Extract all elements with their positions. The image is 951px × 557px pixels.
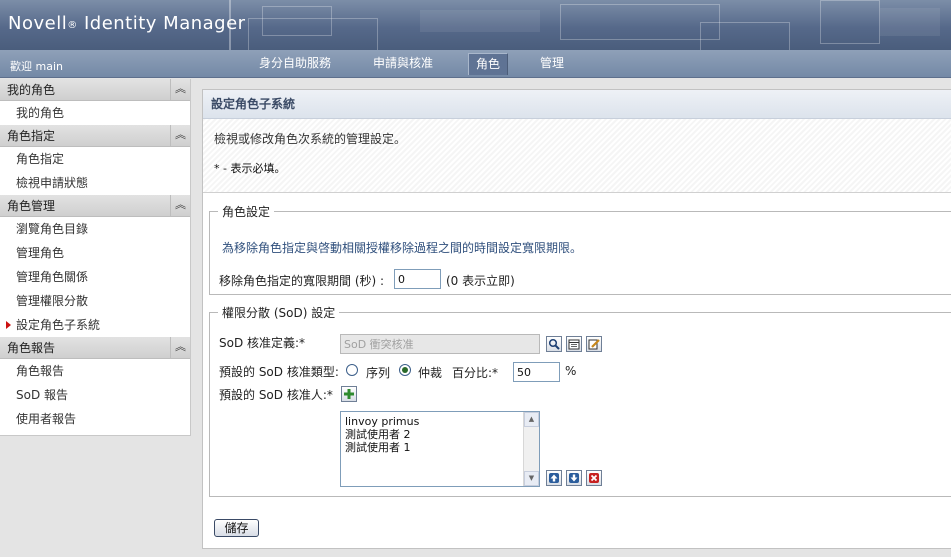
banner-decoration — [248, 18, 378, 50]
tab-administration[interactable]: 管理 — [533, 53, 571, 75]
list-item[interactable]: 測試使用者 2 — [341, 428, 539, 441]
grace-period-hint: (0 表示立即) — [446, 274, 515, 288]
sidebar-item-manage-sod[interactable]: 管理權限分散 — [0, 289, 190, 313]
sod-percent-unit: % — [565, 364, 577, 378]
main-panel: 設定角色子系統 檢視或修改角色次系統的管理設定。 * - 表示必填。 角色設定 … — [202, 89, 951, 549]
delete-icon[interactable] — [586, 470, 602, 486]
sidebar-group-title: 角色報告 — [7, 341, 56, 355]
arrow-up-icon[interactable] — [546, 470, 562, 486]
welcome-text: 歡迎 main — [10, 60, 63, 73]
sidebar-group-my-roles: 我的角色 ︽ — [0, 79, 190, 101]
tab-roles[interactable]: 角色 — [468, 53, 509, 75]
grace-period-input[interactable] — [394, 269, 441, 289]
plus-icon[interactable] — [341, 386, 357, 402]
collapse-icon[interactable]: ︽ — [170, 195, 190, 216]
tab-requests-approvals[interactable]: 申請與核准 — [366, 53, 440, 75]
banner-decoration — [880, 8, 940, 36]
grace-period-help: 為移除角色指定與啓動相關授權移除過程之間的時間設定寬限期限。 — [222, 241, 583, 255]
sod-type-quorum-radio[interactable] — [399, 364, 411, 376]
sod-settings-legend: 權限分散 (SoD) 設定 — [222, 306, 336, 320]
sidebar-group-title: 角色管理 — [7, 199, 56, 213]
sidebar: 我的角色 ︽ 我的角色 角色指定 ︽ 角色指定 檢視申請狀態 角色管理 ︽ 瀏覽… — [0, 79, 191, 436]
brand-product: Identity Manager — [83, 13, 246, 34]
sidebar-item-role-report[interactable]: 角色報告 — [0, 359, 190, 383]
list-item[interactable]: 測試使用者 1 — [341, 441, 539, 454]
banner-decoration — [420, 10, 540, 32]
magnifier-icon[interactable] — [546, 336, 562, 352]
list-scrollbar[interactable]: ▲ ▼ — [523, 412, 539, 486]
sod-definition-label: SoD 核准定義:* — [219, 336, 306, 350]
role-settings-fieldset: 角色設定 為移除角色指定與啓動相關授權移除過程之間的時間設定寬限期限。 移除角色… — [209, 203, 951, 295]
sidebar-item-my-roles[interactable]: 我的角色 — [0, 101, 190, 125]
grace-period-label: 移除角色指定的寬限期間 (秒) : — [219, 274, 385, 288]
sidebar-group-role-management: 角色管理 ︽ — [0, 195, 190, 217]
product-logo: Novell® Identity Manager — [8, 13, 246, 34]
sod-type-quorum-label: 仲裁 — [418, 366, 443, 380]
sod-type-serial-radio[interactable] — [346, 364, 358, 376]
banner-decoration — [820, 0, 880, 44]
intro-section: 檢視或修改角色次系統的管理設定。 * - 表示必填。 — [203, 119, 951, 193]
sod-approvers-list[interactable]: linvoy primus 測試使用者 2 測試使用者 1 ▲ ▼ — [340, 411, 540, 487]
sidebar-group-role-assignments: 角色指定 ︽ — [0, 125, 190, 147]
sidebar-group-title: 角色指定 — [7, 129, 56, 143]
page-description: 檢視或修改角色次系統的管理設定。 — [214, 132, 407, 146]
app-banner: Novell® Identity Manager — [0, 0, 951, 50]
arrow-down-icon[interactable] — [566, 470, 582, 486]
edit-icon[interactable] — [586, 336, 602, 352]
scroll-up-icon[interactable]: ▲ — [524, 412, 539, 427]
scroll-down-icon[interactable]: ▼ — [524, 471, 539, 486]
sod-percent-input[interactable] — [513, 362, 560, 382]
collapse-icon[interactable]: ︽ — [170, 79, 190, 100]
top-nav: 歡迎 main 身分自助服務 申請與核准 角色 管理 — [0, 50, 951, 78]
sidebar-item-configure-role-subsystem[interactable]: 設定角色子系統 — [0, 313, 190, 337]
sod-type-label: 預設的 SoD 核准類型: — [219, 365, 339, 379]
required-note: * - 表示必填。 — [214, 162, 286, 175]
banner-divider — [229, 0, 231, 50]
sod-type-serial-label: 序列 — [366, 366, 391, 380]
history-icon[interactable] — [566, 336, 582, 352]
sidebar-item-manage-roles[interactable]: 管理角色 — [0, 241, 190, 265]
sidebar-group-title: 我的角色 — [7, 83, 56, 97]
brand-name: Novell — [8, 13, 68, 34]
sod-approvers-label: 預設的 SoD 核准人:* — [219, 388, 333, 402]
sidebar-item-user-report[interactable]: 使用者報告 — [0, 407, 190, 431]
brand-registered-mark: ® — [67, 20, 78, 31]
collapse-icon[interactable]: ︽ — [170, 337, 190, 358]
sod-percent-label: 百分比:* — [452, 366, 499, 380]
tab-identity-self-service[interactable]: 身分自助服務 — [252, 53, 338, 75]
list-item[interactable]: linvoy primus — [341, 415, 539, 428]
sidebar-item-view-request-status[interactable]: 檢視申請狀態 — [0, 171, 190, 195]
sidebar-item-manage-role-relationships[interactable]: 管理角色關係 — [0, 265, 190, 289]
banner-decoration — [700, 22, 790, 50]
sidebar-group-role-reports: 角色報告 ︽ — [0, 337, 190, 359]
sidebar-item-browse-role-catalog[interactable]: 瀏覽角色目錄 — [0, 217, 190, 241]
save-button[interactable]: 儲存 — [214, 519, 259, 537]
sod-settings-fieldset: 權限分散 (SoD) 設定 SoD 核准定義:* 預設的 SoD 核准類型: 序… — [209, 304, 951, 497]
collapse-icon[interactable]: ︽ — [170, 125, 190, 146]
sod-definition-input[interactable] — [340, 334, 540, 354]
sidebar-item-role-assignments[interactable]: 角色指定 — [0, 147, 190, 171]
sidebar-item-sod-report[interactable]: SoD 報告 — [0, 383, 190, 407]
banner-decoration — [560, 4, 720, 40]
page-title: 設定角色子系統 — [203, 90, 951, 119]
role-settings-legend: 角色設定 — [222, 205, 271, 219]
